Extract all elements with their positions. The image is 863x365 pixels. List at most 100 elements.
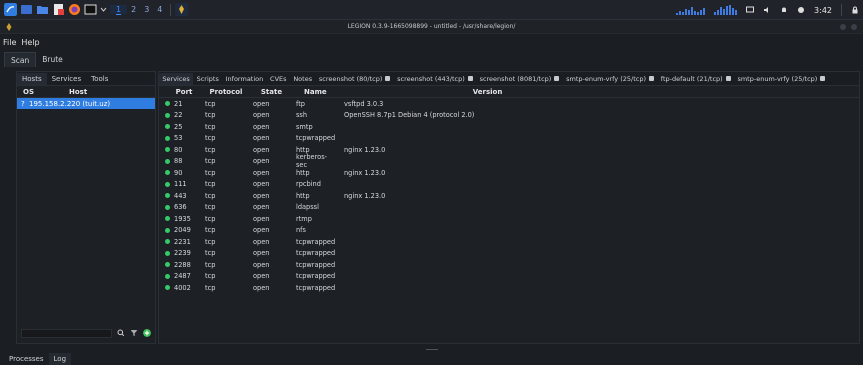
- tab-notes[interactable]: Notes: [290, 73, 316, 85]
- workspace-4[interactable]: 4: [157, 5, 162, 14]
- tab-smtp-enum-vrfy-25-tcp[interactable]: smtp-enum-vrfy (25/tcp): [734, 73, 829, 85]
- service-row[interactable]: 2288 tcp open tcpwrapped: [159, 259, 859, 271]
- legion-app-icon[interactable]: [175, 3, 189, 16]
- add-host-icon[interactable]: [143, 329, 151, 337]
- tab-tools[interactable]: Tools: [86, 73, 113, 85]
- tab-scan[interactable]: Scan: [4, 52, 37, 67]
- tab-information[interactable]: Information: [222, 73, 266, 85]
- host-row[interactable]: ? 195.158.2.220 (tuit.uz): [17, 98, 155, 109]
- column-protocol[interactable]: Protocol: [203, 88, 249, 96]
- tab-processes[interactable]: Processes: [4, 353, 49, 365]
- lock-icon[interactable]: [851, 6, 859, 14]
- service-row[interactable]: 2231 tcp open tcpwrapped: [159, 236, 859, 248]
- close-button[interactable]: [851, 24, 857, 30]
- service-protocol: tcp: [205, 260, 216, 269]
- service-row[interactable]: 2049 tcp open nfs: [159, 225, 859, 237]
- service-state: open: [253, 249, 270, 258]
- service-state: open: [253, 272, 270, 281]
- firefox-icon[interactable]: [68, 3, 81, 16]
- column-state[interactable]: State: [249, 88, 294, 96]
- service-row[interactable]: 88 tcp open kerberos-sec: [159, 153, 859, 169]
- column-name[interactable]: Name: [294, 88, 336, 96]
- kali-menu-icon[interactable]: [4, 3, 17, 16]
- service-name: ftp: [296, 99, 305, 108]
- volume-muted-icon[interactable]: [763, 6, 771, 14]
- terminal-icon[interactable]: [84, 3, 97, 16]
- service-row[interactable]: 90 tcp open http nginx 1.23.0: [159, 167, 859, 179]
- services-table-body: 21 tcp open ftp vsftpd 3.0.3 22 tcp open ssh Open…: [159, 98, 859, 294]
- service-row[interactable]: 22 tcp open ssh OpenSSH 8.7p1 Debian 4 (prot…: [159, 110, 859, 122]
- host-os: ?: [21, 99, 25, 108]
- service-port: 22: [174, 111, 183, 120]
- close-tab-icon[interactable]: [725, 76, 731, 81]
- filter-icon[interactable]: [130, 329, 138, 337]
- workspace-2[interactable]: 2: [131, 5, 136, 14]
- tab-ftp-default-21-tcp[interactable]: ftp-default (21/tcp): [657, 73, 734, 85]
- network-graph: [714, 5, 738, 15]
- clock[interactable]: 3:42: [814, 6, 832, 15]
- service-version: nginx 1.23.0: [344, 191, 386, 200]
- service-row[interactable]: 53 tcp open tcpwrapped: [159, 133, 859, 145]
- column-port[interactable]: Port: [159, 88, 203, 96]
- dropdown-icon[interactable]: [100, 3, 107, 16]
- service-row[interactable]: 2239 tcp open tcpwrapped: [159, 248, 859, 260]
- bottom-tabs: Processes Log: [4, 353, 72, 365]
- panel-splitter-handle[interactable]: [426, 349, 438, 350]
- menu-file[interactable]: File: [3, 38, 16, 47]
- notification-bell-icon[interactable]: [780, 6, 788, 14]
- open-status-icon: [165, 181, 170, 187]
- service-row[interactable]: 443 tcp open http nginx 1.23.0: [159, 190, 859, 202]
- tab-smtp-enum-vrfy-25-tcp[interactable]: smtp-enum-vrfy (25/tcp): [563, 73, 658, 85]
- service-protocol: tcp: [205, 157, 216, 166]
- tab-log[interactable]: Log: [48, 353, 72, 365]
- service-row[interactable]: 2487 tcp open tcpwrapped: [159, 271, 859, 283]
- service-port: 4002: [174, 283, 191, 292]
- service-protocol: tcp: [205, 272, 216, 281]
- host-filter-input[interactable]: [21, 328, 112, 338]
- text-editor-icon[interactable]: [52, 3, 65, 16]
- service-row[interactable]: 4002 tcp open tcpwrapped: [159, 282, 859, 294]
- service-row[interactable]: 111 tcp open rpcbind: [159, 179, 859, 191]
- tab-screenshot-443-tcp[interactable]: screenshot (443/tcp): [394, 73, 476, 85]
- close-tab-icon[interactable]: [820, 76, 826, 81]
- service-row[interactable]: 80 tcp open http nginx 1.23.0: [159, 144, 859, 156]
- column-version[interactable]: Version: [336, 88, 859, 96]
- tab-services[interactable]: Services: [47, 73, 87, 85]
- column-host[interactable]: Host: [57, 88, 155, 96]
- cpu-graph: [676, 5, 706, 15]
- close-tab-icon[interactable]: [648, 76, 654, 81]
- show-desktop-icon[interactable]: [20, 3, 33, 16]
- service-version: vsftpd 3.0.3: [344, 99, 384, 108]
- menu-help[interactable]: Help: [21, 38, 39, 47]
- service-row[interactable]: 1935 tcp open rtmp: [159, 213, 859, 225]
- tab-services[interactable]: Services: [159, 72, 194, 85]
- close-tab-icon[interactable]: [554, 76, 560, 81]
- service-row[interactable]: 636 tcp open ldapssl: [159, 202, 859, 214]
- service-row[interactable]: 25 tcp open smtp: [159, 121, 859, 133]
- tab-label: CVEs: [270, 74, 287, 83]
- close-tab-icon[interactable]: [467, 76, 473, 81]
- search-icon[interactable]: [117, 329, 125, 337]
- tab-cves[interactable]: CVEs: [267, 73, 290, 85]
- tab-scripts[interactable]: Scripts: [193, 73, 222, 85]
- power-icon[interactable]: [797, 6, 805, 14]
- close-tab-icon[interactable]: [385, 76, 391, 81]
- service-row[interactable]: 21 tcp open ftp vsftpd 3.0.3: [159, 98, 859, 110]
- tab-screenshot-8081-tcp[interactable]: screenshot (8081/tcp): [476, 73, 563, 85]
- service-protocol: tcp: [205, 122, 216, 131]
- top-panel: 1 2 3 4 3:42: [0, 0, 863, 20]
- minimize-button[interactable]: [840, 24, 846, 30]
- tab-hosts[interactable]: Hosts: [17, 72, 47, 85]
- service-port: 2487: [174, 272, 191, 281]
- workspace-3[interactable]: 3: [144, 5, 149, 14]
- service-protocol: tcp: [205, 134, 216, 143]
- workspace-1[interactable]: 1: [116, 5, 122, 15]
- file-manager-icon[interactable]: [36, 3, 49, 16]
- window-title-bar[interactable]: LEGION 0.3.9-1665098899 - untitled - /us…: [0, 20, 863, 34]
- tab-screenshot-80-tcp[interactable]: screenshot (80/tcp): [315, 73, 393, 85]
- open-status-icon: [165, 262, 170, 268]
- display-icon[interactable]: [746, 6, 755, 14]
- column-os[interactable]: OS: [17, 88, 57, 96]
- tab-brute[interactable]: Brute: [36, 52, 69, 67]
- service-protocol: tcp: [205, 237, 216, 246]
